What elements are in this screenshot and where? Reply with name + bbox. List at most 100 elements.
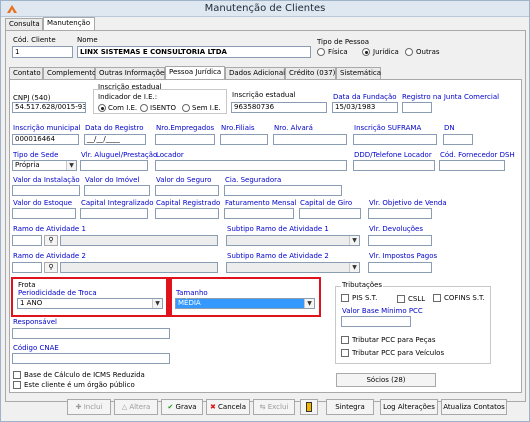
cia-seguradora-input[interactable] <box>224 185 342 196</box>
altera-button[interactable]: △ Altera <box>114 399 158 415</box>
exclui-label: Exclui <box>267 403 289 411</box>
tamanho-select[interactable]: MÉDIA ▼ <box>175 298 315 309</box>
codigo-cnae-input[interactable] <box>12 353 170 364</box>
vlr-aluguel-input[interactable] <box>80 160 148 171</box>
faturamento-input[interactable] <box>224 208 294 219</box>
cod-cliente-input[interactable]: 1 <box>12 46 73 58</box>
radio-outras[interactable] <box>405 48 413 56</box>
tipo-sede-select[interactable]: Própria ▼ <box>12 160 77 171</box>
tab-outras-informacoes[interactable]: Outras Informações <box>95 67 168 79</box>
radio-juridica-label: Jurídica <box>373 48 399 56</box>
ramo2-code-input[interactable] <box>12 262 42 273</box>
fundacao-input[interactable]: 15/03/1983 <box>332 102 398 113</box>
base-icms-checkbox[interactable] <box>13 371 21 379</box>
radio-juridica[interactable] <box>362 48 370 56</box>
subtipo2-label: Subtipo Ramo de Atividade 2 <box>227 252 329 260</box>
tab-contato[interactable]: Contato <box>9 67 43 79</box>
chevron-down-icon: ▼ <box>349 236 359 245</box>
responsavel-label: Responsável <box>13 318 57 326</box>
ramo1-search-icon[interactable]: ⚲ <box>44 235 58 246</box>
tab-sistematica[interactable]: Sistemática <box>336 67 381 79</box>
radio-fisica[interactable] <box>317 48 325 56</box>
tab-dados-adicionais[interactable]: Dados Adicionais <box>225 67 289 79</box>
inclui-label: Inclui <box>83 403 103 411</box>
grava-label: Grava <box>175 403 197 411</box>
socios-button[interactable]: Sócios (28) <box>336 373 436 387</box>
log-alteracoes-button[interactable]: Log Alterações <box>380 399 438 415</box>
tab-consulta[interactable]: Consulta <box>5 18 43 30</box>
insc-municipal-input[interactable]: 000016464 <box>12 134 79 145</box>
grava-button[interactable]: ✔ Grava <box>161 399 203 415</box>
tab-credito[interactable]: Crédito (037) <box>285 67 336 79</box>
nome-input[interactable]: LINX SISTEMAS E CONSULTORIA LTDA <box>77 46 311 58</box>
csll-label: CSLL <box>408 295 426 303</box>
radio-com-ie[interactable] <box>98 104 106 112</box>
capital-integralizado-input[interactable] <box>80 208 148 219</box>
subtipo2-select[interactable]: ▼ <box>226 262 360 273</box>
tab-manutencao[interactable]: Manutenção <box>43 17 95 30</box>
cancela-label: Cancela <box>218 403 247 411</box>
valor-base-pcc-input[interactable] <box>341 316 411 327</box>
ddd-tel-locador-input[interactable] <box>353 160 435 171</box>
inclui-button[interactable]: ✚ Inclui <box>67 399 111 415</box>
ie-input[interactable]: 963580736 <box>231 102 327 113</box>
pis-st-checkbox[interactable] <box>341 294 349 302</box>
dn-input[interactable] <box>443 134 473 145</box>
vlr-impostos-input[interactable] <box>368 262 432 273</box>
vlr-objetivo-input[interactable] <box>368 208 432 219</box>
cnpj-input[interactable]: 54.517.628/0015-93 <box>12 102 86 113</box>
ramo1-code-input[interactable] <box>12 235 42 246</box>
nome-label: Nome <box>77 36 98 44</box>
tipo-sede-value: Própria <box>15 161 40 169</box>
nro-alvara-label: Nro. Alvará <box>274 124 313 132</box>
atualiza-contatos-button[interactable]: Atualiza Contatos <box>441 399 507 415</box>
capital-giro-label: Capital de Giro <box>300 199 353 207</box>
tab-complemento[interactable]: Complemento <box>43 67 96 79</box>
radio-sem-ie[interactable] <box>182 104 190 112</box>
responsavel-input[interactable] <box>12 328 170 339</box>
x-icon: ✖ <box>209 403 219 411</box>
capital-giro-input[interactable] <box>299 208 361 219</box>
insc-municipal-label: Inscrição municipal <box>13 124 81 132</box>
orgao-publico-checkbox[interactable] <box>13 381 21 389</box>
valor-estoque-label: Valor do Estoque <box>13 199 73 207</box>
door-button[interactable] <box>300 399 318 415</box>
registro-junta-input[interactable] <box>402 102 432 113</box>
cod-fornecedor-input[interactable] <box>439 160 505 171</box>
nro-alvara-input[interactable] <box>273 134 347 145</box>
valor-instalacao-input[interactable] <box>12 185 80 196</box>
vlr-aluguel-label: Vlr. Aluguel/Prestação <box>81 151 158 159</box>
vlr-objetivo-label: Vlr. Objetivo de Venda <box>369 199 447 207</box>
capital-integralizado-label: Capital Integralizado <box>81 199 154 207</box>
vlr-impostos-label: Vlr. Impostos Pagos <box>369 252 438 260</box>
trib-pcc-pecas-label: Tributar PCC para Peças <box>352 336 436 344</box>
nro-filiais-input[interactable] <box>220 134 268 145</box>
window: Manutenção de Clientes Consulta Manutenç… <box>0 0 530 422</box>
cod-fornecedor-label: Cód. Fornecedor DSH <box>440 151 515 159</box>
ramo2-search-icon[interactable]: ⚲ <box>44 262 58 273</box>
valor-estoque-input[interactable] <box>12 208 76 219</box>
cancela-button[interactable]: ✖ Cancela <box>206 399 250 415</box>
data-registro-input[interactable]: __/__/____ <box>84 134 146 145</box>
nro-empregados-input[interactable] <box>155 134 215 145</box>
csll-checkbox[interactable] <box>397 295 405 303</box>
ramo1-label: Ramo de Atividade 1 <box>13 225 86 233</box>
tab-pessoa-juridica[interactable]: Pessoa Jurídica <box>165 66 225 79</box>
insc-suframa-input[interactable] <box>353 134 437 145</box>
radio-isento[interactable] <box>140 104 148 112</box>
trib-pcc-veiculos-checkbox[interactable] <box>341 349 349 357</box>
subtipo1-select[interactable]: ▼ <box>226 235 360 246</box>
check-icon: ✔ <box>167 403 176 411</box>
cofins-st-checkbox[interactable] <box>433 294 441 302</box>
periodicidade-select[interactable]: 1 ANO ▼ <box>17 298 163 309</box>
trib-pcc-pecas-checkbox[interactable] <box>341 336 349 344</box>
faturamento-label: Faturamento Mensal <box>225 199 297 207</box>
capital-registrado-input[interactable] <box>155 208 219 219</box>
locador-input[interactable] <box>155 160 347 171</box>
valor-imovel-input[interactable] <box>84 185 150 196</box>
valor-seguro-input[interactable] <box>155 185 219 196</box>
exclui-button[interactable]: ⇆ Exclui <box>253 399 295 415</box>
vlr-devolucoes-input[interactable] <box>368 235 432 246</box>
locador-label: Locador <box>156 151 184 159</box>
sintegra-button[interactable]: Sintegra <box>326 399 374 415</box>
